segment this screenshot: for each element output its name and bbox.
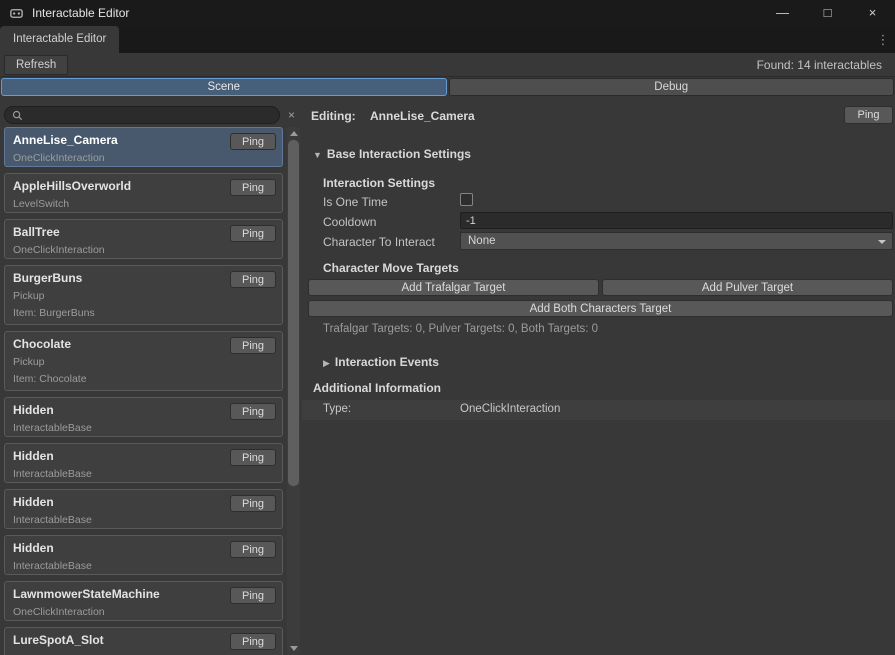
editing-label: Editing: — [311, 109, 356, 123]
interactable-list: AnneLise_Camera Ping OneClickInteraction… — [4, 127, 283, 655]
search-icon — [12, 110, 23, 121]
tab-interactable-editor[interactable]: Interactable Editor — [0, 26, 119, 53]
ping-button[interactable]: Ping — [230, 495, 276, 512]
ping-button[interactable]: Ping — [230, 403, 276, 420]
add-trafalgar-target-button[interactable]: Add Trafalgar Target — [308, 279, 599, 296]
inspector-ping-button[interactable]: Ping — [844, 106, 893, 124]
window-title: Interactable Editor — [32, 6, 129, 20]
tab-scene[interactable]: Scene — [1, 78, 447, 96]
list-item[interactable]: Hidden Ping InteractableBase — [4, 489, 283, 529]
character-to-interact-label: Character To Interact — [323, 235, 435, 249]
list-item[interactable]: Hidden Ping InteractableBase — [4, 535, 283, 575]
found-count-text: Found: 14 interactables — [757, 58, 882, 72]
ping-button[interactable]: Ping — [230, 271, 276, 288]
view-tabs: Scene Debug — [0, 77, 895, 98]
foldout-closed-icon: ▶ — [323, 358, 330, 368]
minimize-button[interactable]: — — [760, 0, 805, 26]
additional-information-header: Additional Information — [313, 381, 441, 395]
list-item[interactable]: BurgerBuns Ping Pickup Item: BurgerBuns — [4, 265, 283, 325]
scrollbar-up-icon[interactable] — [287, 127, 300, 139]
app-icon — [9, 6, 24, 21]
inspector-panel: Editing: AnneLise_Camera Ping ▼Base Inte… — [302, 98, 895, 655]
ping-button[interactable]: Ping — [230, 449, 276, 466]
ping-button[interactable]: Ping — [230, 541, 276, 558]
cooldown-label: Cooldown — [323, 215, 376, 229]
list-item[interactable]: LureSpotA_Slot Ping — [4, 627, 283, 655]
list-item[interactable]: AppleHillsOverworld Ping LevelSwitch — [4, 173, 283, 213]
scene-list-panel: × AnneLise_Camera Ping OneClickInteracti… — [0, 98, 302, 655]
list-item[interactable]: Hidden Ping InteractableBase — [4, 443, 283, 483]
ping-button[interactable]: Ping — [230, 587, 276, 604]
interaction-settings-header: Interaction Settings — [323, 176, 435, 190]
foldout-open-icon: ▼ — [313, 150, 322, 160]
refresh-button[interactable]: Refresh — [4, 55, 68, 75]
search-clear-button[interactable]: × — [284, 108, 299, 122]
is-one-time-label: Is One Time — [323, 195, 388, 209]
cooldown-field[interactable] — [460, 212, 893, 229]
ping-button[interactable]: Ping — [230, 133, 276, 150]
ping-button[interactable]: Ping — [230, 179, 276, 196]
add-pulver-target-button[interactable]: Add Pulver Target — [602, 279, 893, 296]
list-item[interactable]: Hidden Ping InteractableBase — [4, 397, 283, 437]
search-input[interactable] — [23, 109, 272, 121]
character-to-interact-dropdown[interactable]: None — [460, 232, 893, 250]
add-both-characters-target-button[interactable]: Add Both Characters Target — [308, 300, 893, 317]
list-scrollbar[interactable] — [287, 127, 300, 655]
list-item[interactable]: AnneLise_Camera Ping OneClickInteraction — [4, 127, 283, 167]
base-interaction-settings-foldout[interactable]: ▼Base Interaction Settings — [313, 147, 471, 161]
is-one-time-checkbox[interactable] — [460, 193, 473, 206]
character-move-targets-header: Character Move Targets — [323, 261, 459, 275]
interaction-events-foldout[interactable]: ▶Interaction Events — [323, 355, 439, 369]
targets-summary-text: Trafalgar Targets: 0, Pulver Targets: 0,… — [323, 323, 598, 335]
toolbar: Refresh Found: 14 interactables — [0, 53, 895, 77]
tab-debug[interactable]: Debug — [449, 78, 895, 96]
type-label: Type: — [323, 403, 351, 415]
close-button[interactable]: × — [850, 0, 895, 26]
scrollbar-thumb[interactable] — [288, 140, 299, 486]
content-area: × AnneLise_Camera Ping OneClickInteracti… — [0, 98, 895, 655]
type-row: Type: OneClickInteraction — [302, 400, 895, 420]
ping-button[interactable]: Ping — [230, 337, 276, 354]
chevron-down-icon — [878, 240, 886, 244]
type-value: OneClickInteraction — [460, 403, 560, 415]
list-item[interactable]: LawnmowerStateMachine Ping OneClickInter… — [4, 581, 283, 621]
search-box — [4, 106, 280, 124]
window-titlebar: Interactable Editor — □ × — [0, 0, 895, 26]
maximize-button[interactable]: □ — [805, 0, 850, 26]
editor-tabstrip: Interactable Editor ⋮ — [0, 26, 895, 53]
list-item[interactable]: Chocolate Ping Pickup Item: Chocolate — [4, 331, 283, 391]
ping-button[interactable]: Ping — [230, 225, 276, 242]
tab-menu-icon[interactable]: ⋮ — [874, 26, 892, 53]
scrollbar-down-icon[interactable] — [287, 642, 300, 654]
ping-button[interactable]: Ping — [230, 633, 276, 650]
editing-value: AnneLise_Camera — [370, 109, 475, 123]
list-item[interactable]: BallTree Ping OneClickInteraction — [4, 219, 283, 259]
